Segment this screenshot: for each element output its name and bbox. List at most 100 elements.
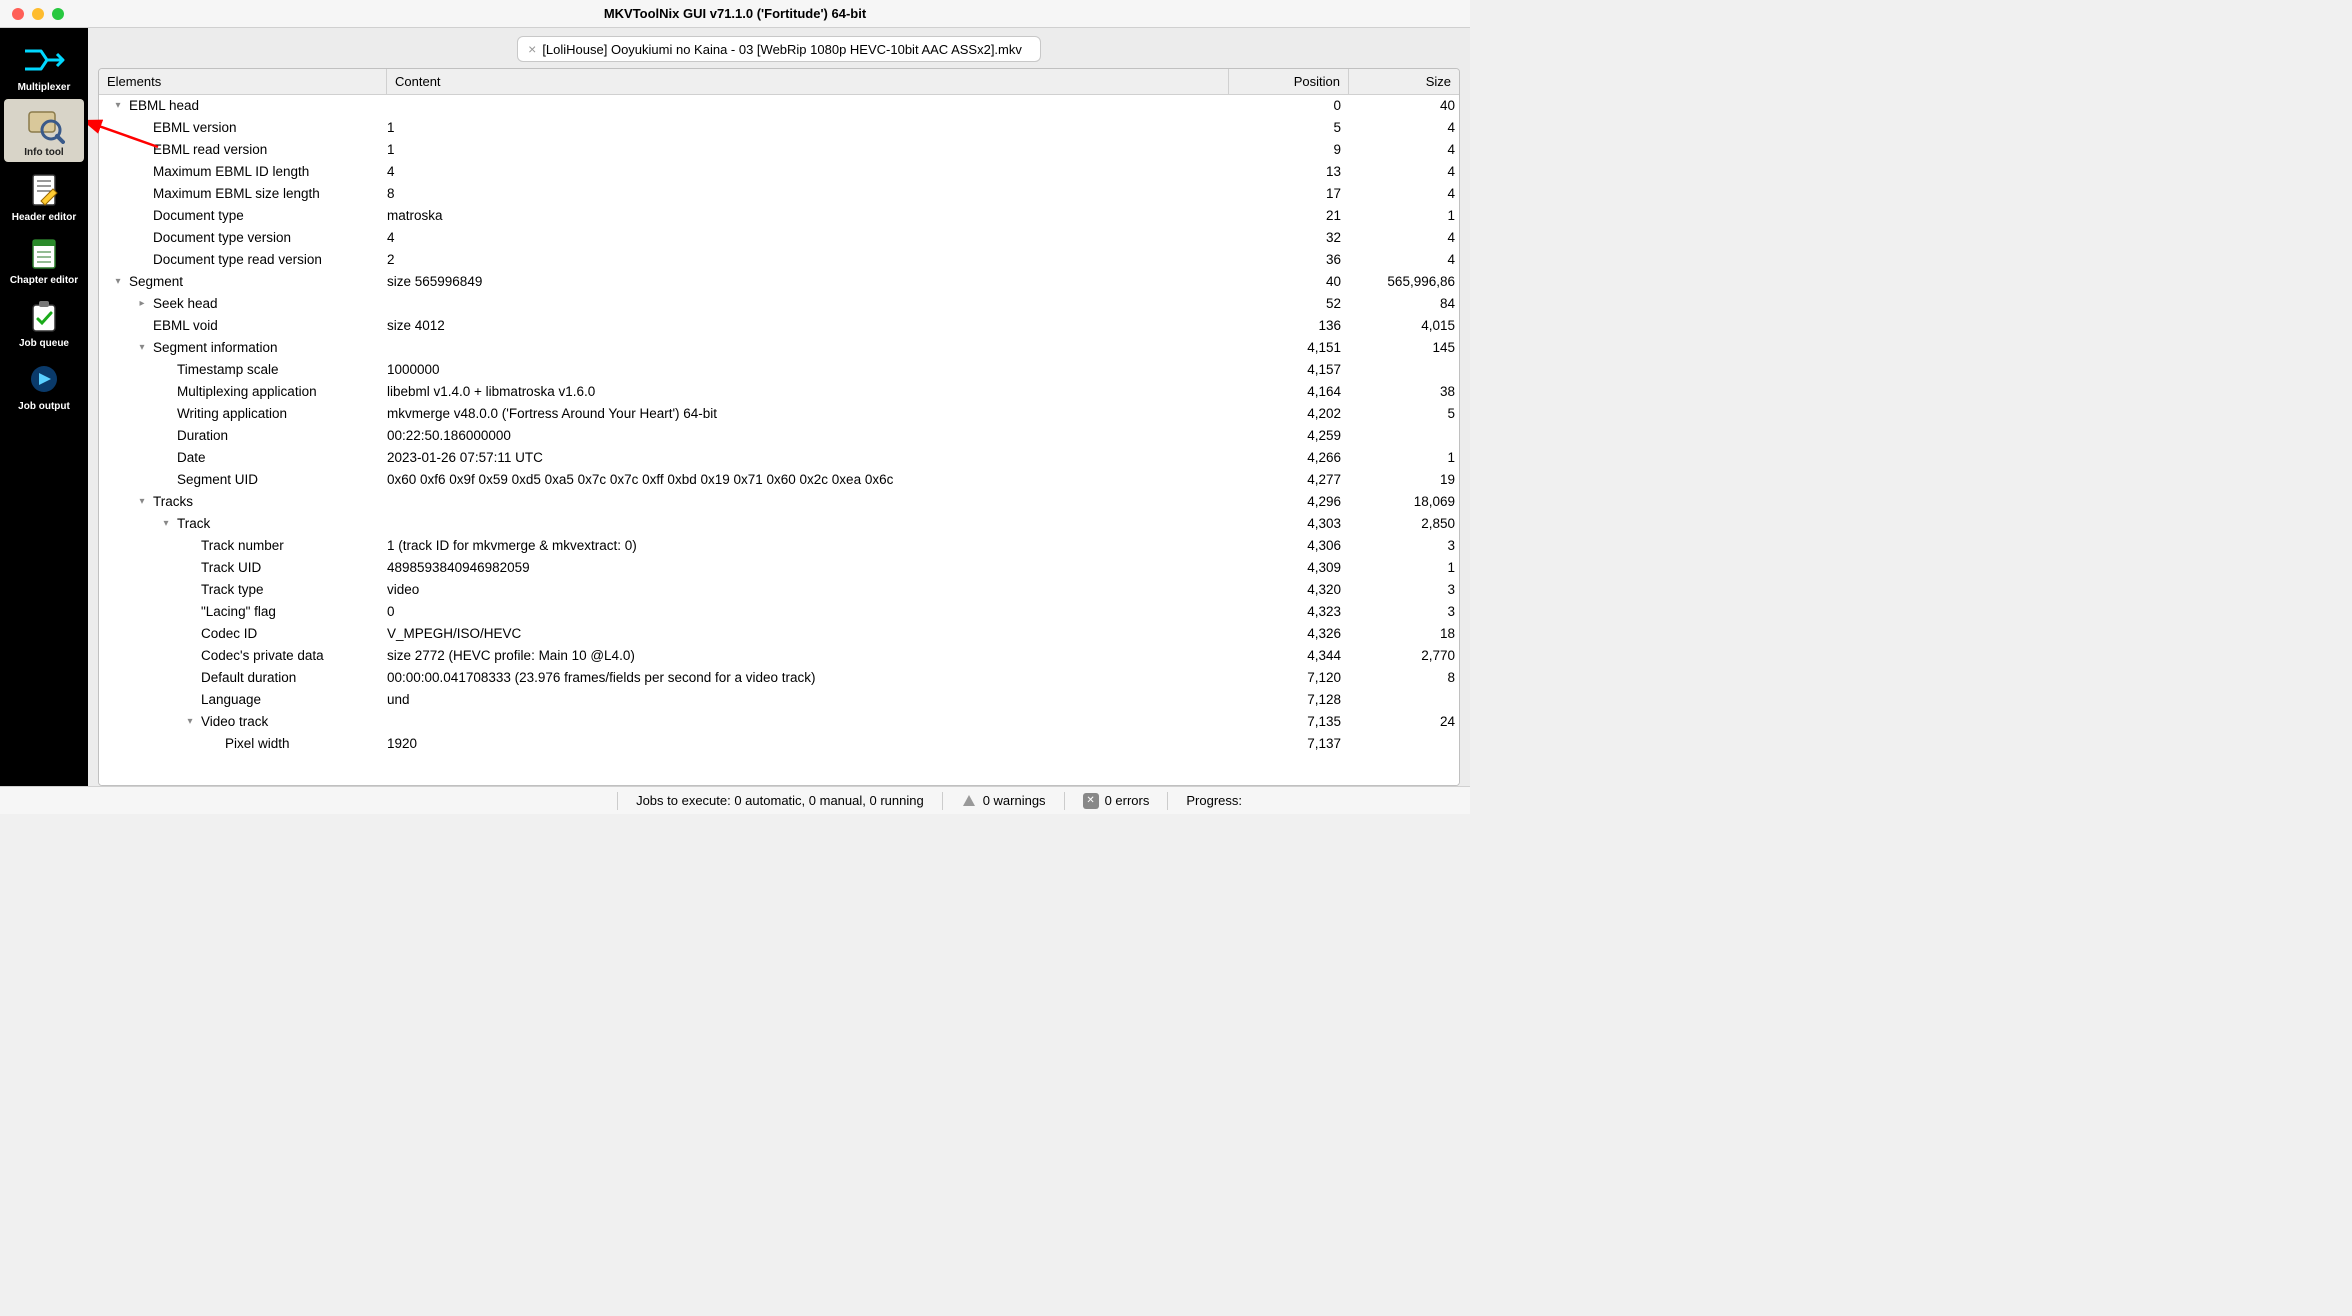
size-cell: [1349, 359, 1459, 381]
size-cell: 4,015: [1349, 315, 1459, 337]
element-name: Video track: [197, 711, 268, 733]
column-header-size[interactable]: Size: [1349, 69, 1459, 94]
tree-row[interactable]: ▾Tracks4,29618,069: [99, 491, 1459, 513]
tree-body[interactable]: ▾EBML head040EBML version154EBML read ve…: [99, 95, 1459, 785]
tree-row[interactable]: ▾Segmentsize 56599684940565,996,86: [99, 271, 1459, 293]
content-area: × [LoliHouse] Ooyukiumi no Kaina - 03 [W…: [88, 28, 1470, 786]
tree-row[interactable]: Maximum EBML size length8174: [99, 183, 1459, 205]
tree-row[interactable]: ▾Track4,3032,850: [99, 513, 1459, 535]
tree-row[interactable]: ▾EBML head040: [99, 95, 1459, 117]
tree-row[interactable]: Multiplexing applicationlibebml v1.4.0 +…: [99, 381, 1459, 403]
disclosure-icon[interactable]: ▾: [135, 491, 149, 513]
sidebar-item-header-editor[interactable]: Header editor: [0, 164, 88, 227]
tree-row[interactable]: Track number1 (track ID for mkvmerge & m…: [99, 535, 1459, 557]
column-header-elements[interactable]: Elements: [99, 69, 387, 94]
size-cell: 5: [1349, 403, 1459, 425]
content-cell: libebml v1.4.0 + libmatroska v1.6.0: [387, 381, 1229, 403]
sidebar-item-chapter-editor[interactable]: Chapter editor: [0, 227, 88, 290]
element-name: Writing application: [173, 403, 287, 425]
element-name: Default duration: [197, 667, 296, 689]
disclosure-icon[interactable]: ▾: [159, 513, 173, 535]
tree-row[interactable]: Pixel width19207,137: [99, 733, 1459, 755]
element-name: Codec's private data: [197, 645, 324, 667]
element-cell: Track type: [99, 579, 387, 601]
disclosure-icon[interactable]: ▾: [135, 337, 149, 359]
size-cell: 3: [1349, 579, 1459, 601]
sidebar-item-info-tool[interactable]: Info tool: [4, 99, 84, 162]
size-cell: 2,770: [1349, 645, 1459, 667]
size-cell: 40: [1349, 95, 1459, 117]
tree-row[interactable]: Document type read version2364: [99, 249, 1459, 271]
titlebar: MKVToolNix GUI v71.1.0 ('Fortitude') 64-…: [0, 0, 1470, 28]
close-window-button[interactable]: [12, 8, 24, 20]
tree-row[interactable]: Codec IDV_MPEGH/ISO/HEVC4,32618: [99, 623, 1459, 645]
sidebar-item-job-queue[interactable]: Job queue: [0, 290, 88, 353]
size-cell: 145: [1349, 337, 1459, 359]
column-header-content[interactable]: Content: [387, 69, 1229, 94]
tree-row[interactable]: Track typevideo4,3203: [99, 579, 1459, 601]
element-cell: Duration: [99, 425, 387, 447]
tree-row[interactable]: Date2023-01-26 07:57:11 UTC4,2661: [99, 447, 1459, 469]
element-name: Track type: [197, 579, 264, 601]
element-cell: ▾Segment information: [99, 337, 387, 359]
size-cell: 1: [1349, 557, 1459, 579]
content-cell: 1920: [387, 733, 1229, 755]
status-warnings[interactable]: 0 warnings: [955, 793, 1052, 809]
tree-row[interactable]: Maximum EBML ID length4134: [99, 161, 1459, 183]
content-cell: 8: [387, 183, 1229, 205]
element-name: Maximum EBML ID length: [149, 161, 309, 183]
content-cell: [387, 337, 1229, 359]
window-title: MKVToolNix GUI v71.1.0 ('Fortitude') 64-…: [0, 6, 1470, 21]
size-cell: 1: [1349, 205, 1459, 227]
tree-header: Elements Content Position Size: [99, 69, 1459, 95]
element-cell: ▾Track: [99, 513, 387, 535]
element-cell: ▾Video track: [99, 711, 387, 733]
tree-row[interactable]: Writing applicationmkvmerge v48.0.0 ('Fo…: [99, 403, 1459, 425]
position-cell: 136: [1229, 315, 1349, 337]
size-cell: 4: [1349, 227, 1459, 249]
disclosure-icon[interactable]: ▾: [111, 271, 125, 293]
status-errors[interactable]: ✕ 0 errors: [1077, 793, 1156, 809]
tree-row[interactable]: Track UID48985938409469820594,3091: [99, 557, 1459, 579]
content-cell: 1000000: [387, 359, 1229, 381]
tree-row[interactable]: ▾Video track7,13524: [99, 711, 1459, 733]
element-cell: Multiplexing application: [99, 381, 387, 403]
tree-row[interactable]: Duration00:22:50.1860000004,259: [99, 425, 1459, 447]
tree-row[interactable]: Languageund7,128: [99, 689, 1459, 711]
close-tab-icon[interactable]: ×: [528, 41, 536, 57]
tree-row[interactable]: EBML voidsize 40121364,015: [99, 315, 1459, 337]
element-name: EBML void: [149, 315, 218, 337]
content-cell: V_MPEGH/ISO/HEVC: [387, 623, 1229, 645]
tree-row[interactable]: ▾Segment information4,151145: [99, 337, 1459, 359]
position-cell: 4,296: [1229, 491, 1349, 513]
tree-row[interactable]: Timestamp scale10000004,157: [99, 359, 1459, 381]
tree-row[interactable]: "Lacing" flag04,3233: [99, 601, 1459, 623]
content-cell: 0x60 0xf6 0x9f 0x59 0xd5 0xa5 0x7c 0x7c …: [387, 469, 1229, 491]
position-cell: 4,157: [1229, 359, 1349, 381]
size-cell: 3: [1349, 601, 1459, 623]
sidebar-item-multiplexer[interactable]: Multiplexer: [0, 34, 88, 97]
element-name: EBML head: [125, 95, 199, 117]
element-name: Segment: [125, 271, 183, 293]
zoom-window-button[interactable]: [52, 8, 64, 20]
element-name: EBML read version: [149, 139, 267, 161]
tree-row[interactable]: Document type version4324: [99, 227, 1459, 249]
tree-row[interactable]: Document typematroska211: [99, 205, 1459, 227]
file-tab[interactable]: × [LoliHouse] Ooyukiumi no Kaina - 03 [W…: [517, 36, 1041, 62]
position-cell: 40: [1229, 271, 1349, 293]
disclosure-icon[interactable]: ▾: [111, 95, 125, 117]
tree-row[interactable]: Segment UID0x60 0xf6 0x9f 0x59 0xd5 0xa5…: [99, 469, 1459, 491]
sidebar-item-job-output[interactable]: Job output: [0, 353, 88, 416]
size-cell: 24: [1349, 711, 1459, 733]
tree-row[interactable]: EBML read version194: [99, 139, 1459, 161]
tree-row[interactable]: Default duration00:00:00.041708333 (23.9…: [99, 667, 1459, 689]
disclosure-icon[interactable]: ▸: [135, 293, 149, 315]
tree-row[interactable]: ▸Seek head5284: [99, 293, 1459, 315]
element-name: Document type version: [149, 227, 291, 249]
minimize-window-button[interactable]: [32, 8, 44, 20]
tree-row[interactable]: EBML version154: [99, 117, 1459, 139]
column-header-position[interactable]: Position: [1229, 69, 1349, 94]
disclosure-icon[interactable]: ▾: [183, 711, 197, 733]
position-cell: 32: [1229, 227, 1349, 249]
tree-row[interactable]: Codec's private datasize 2772 (HEVC prof…: [99, 645, 1459, 667]
